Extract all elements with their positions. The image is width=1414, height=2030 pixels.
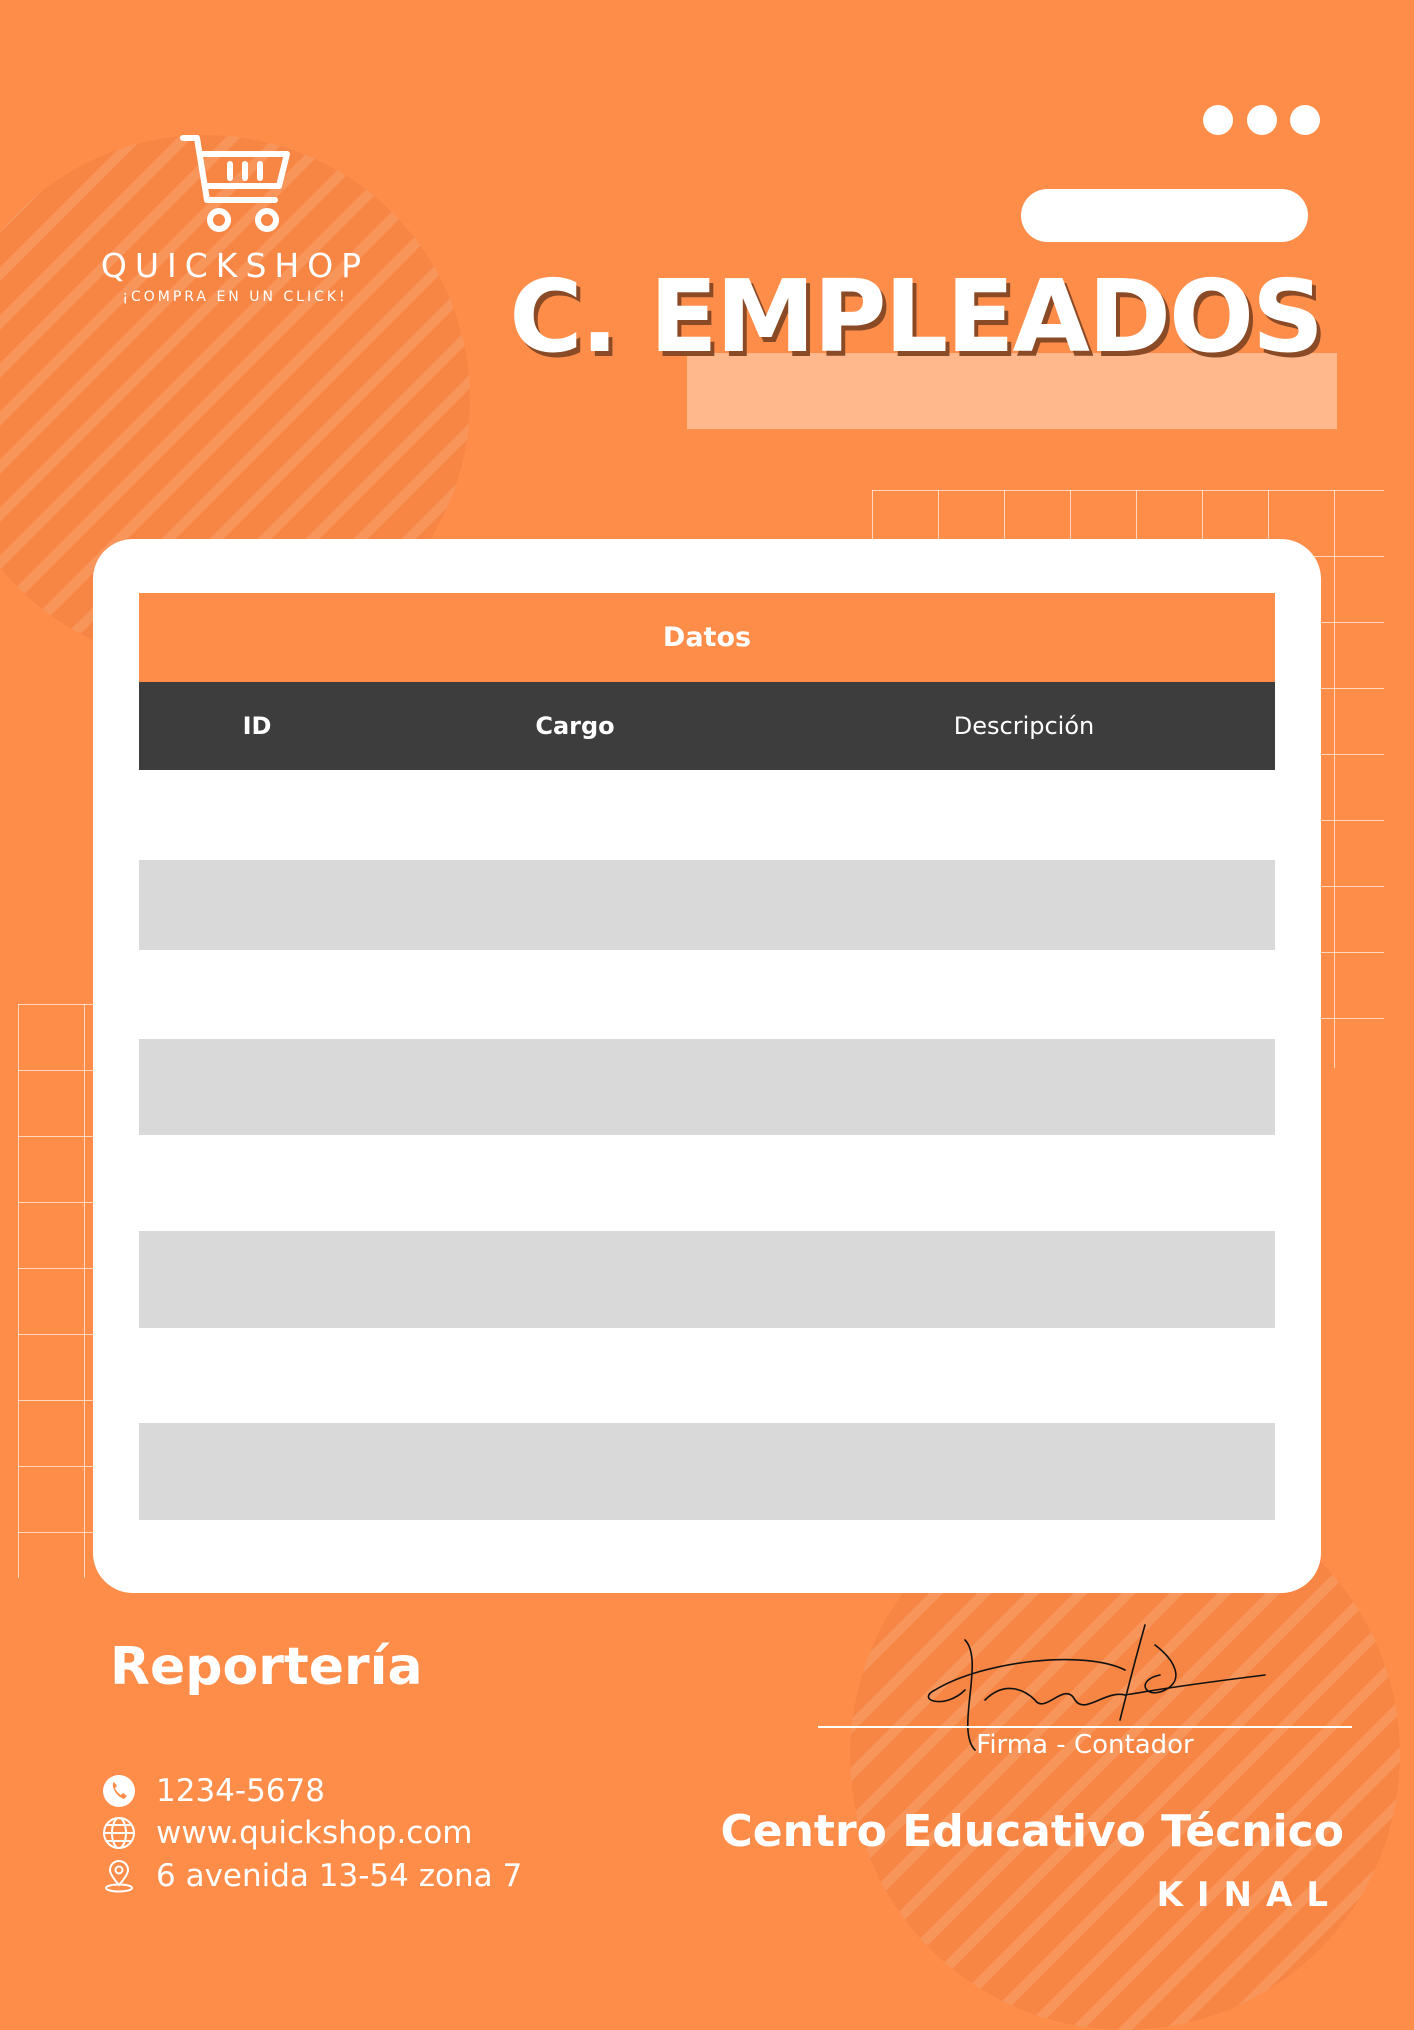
brand-logo: QUICKSHOP ¡COMPRA EN UN CLICK! (90, 130, 380, 305)
table-header-row: ID Cargo Descripción (139, 682, 1275, 770)
brand-name: QUICKSHOP (100, 246, 370, 285)
address-text: 6 avenida 13-54 zona 7 (156, 1858, 523, 1894)
table-row (139, 860, 1275, 950)
column-header-descripcion: Descripción (953, 712, 1095, 740)
table-row (139, 1135, 1275, 1231)
table-row (139, 1231, 1275, 1328)
phone-number: 1234-5678 (156, 1773, 325, 1809)
decorative-grid-left (18, 1004, 93, 1578)
signature-label: Firma - Contador (976, 1730, 1194, 1760)
brand-tagline: ¡COMPRA EN UN CLICK! (122, 289, 348, 305)
column-header-cargo: Cargo (535, 712, 615, 740)
school-subname: KINAL (1156, 1875, 1342, 1915)
globe-icon (103, 1817, 135, 1849)
table-caption: Datos (139, 593, 1275, 682)
menu-dot (1203, 105, 1233, 135)
table-row (139, 1039, 1275, 1135)
column-header-id: ID (242, 712, 272, 740)
table-row (139, 770, 1275, 860)
shopping-cart-icon (180, 135, 290, 232)
section-title: Reportería (110, 1637, 423, 1697)
menu-dot (1290, 105, 1320, 135)
location-pin-icon (105, 1860, 133, 1893)
page-title: C. EMPLEADOS (509, 258, 1324, 375)
contact-website: www.quickshop.com (102, 1815, 473, 1851)
contact-address: 6 avenida 13-54 zona 7 (102, 1858, 522, 1894)
menu-dot (1247, 105, 1277, 135)
website-link[interactable]: www.quickshop.com (156, 1815, 473, 1851)
data-table: Datos ID Cargo Descripción (139, 593, 1275, 1520)
signature-line (818, 1726, 1352, 1728)
phone-icon (103, 1775, 135, 1807)
table-card: Datos ID Cargo Descripción (93, 539, 1321, 1593)
table-row (139, 1423, 1275, 1520)
table-row (139, 1328, 1275, 1423)
decorative-pill (1021, 189, 1308, 242)
school-name: Centro Educativo Técnico (720, 1806, 1344, 1857)
contact-phone: 1234-5678 (102, 1773, 325, 1809)
table-row (139, 950, 1275, 1039)
